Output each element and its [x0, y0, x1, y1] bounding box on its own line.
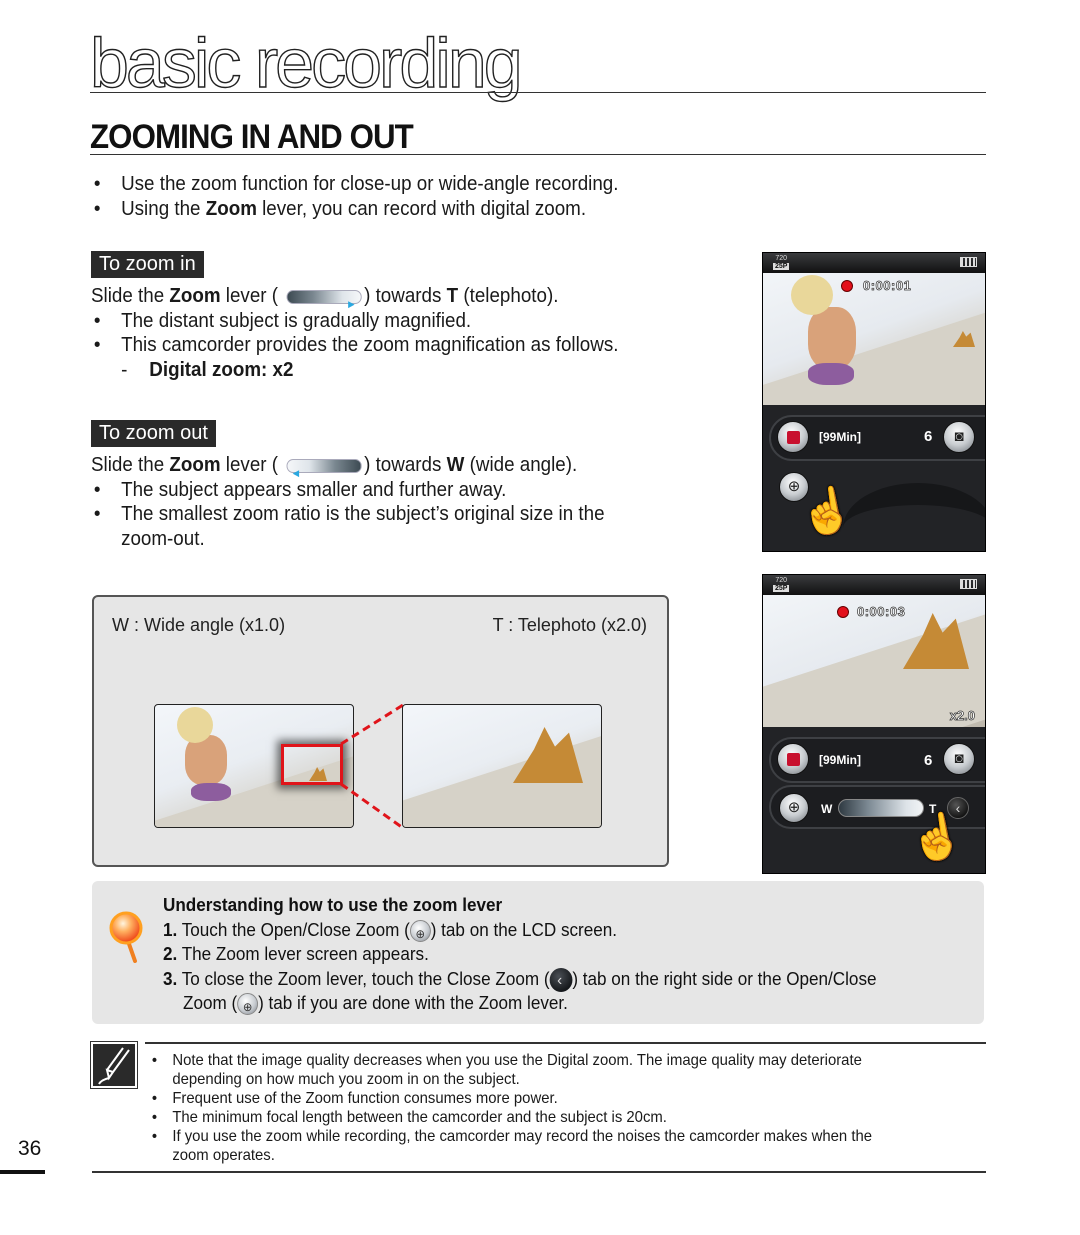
battery-icon [960, 579, 977, 589]
note-divider-bottom [92, 1171, 986, 1173]
telephoto-label: T : Telephoto (x2.0) [492, 615, 647, 635]
zoom-comparison-illustration: W : Wide angle (x1.0) T : Telephoto (x2.… [92, 595, 669, 867]
bullet-item: Use the zoom function for close-up or wi… [91, 172, 619, 197]
chapter-title: basic recording [89, 24, 523, 102]
note-pencil-icon [90, 1041, 138, 1089]
intro-bullets: Use the zoom function for close-up or wi… [91, 172, 619, 221]
tip-step: 1. Touch the Open/Close Zoom () tab on t… [163, 918, 617, 947]
tip-title: Understanding how to use the zoom lever [163, 895, 503, 915]
magnifier-tip-icon [109, 911, 143, 963]
note-item: Note that the image quality decreases wh… [150, 1051, 872, 1070]
open-close-zoom-icon [409, 920, 431, 947]
page-number-rule [0, 1170, 45, 1174]
tip-step-continuation: Zoom () tab if you are done with the Zoo… [183, 991, 568, 1020]
camera-viewfinder: 0:00:01 [763, 273, 985, 405]
control-panel: [99Min] 6 ◙ ⊕ ☝ [763, 405, 985, 551]
camera-icon: ◙ [954, 750, 964, 767]
digital-zoom-item: - Digital zoom: x2 [121, 358, 294, 381]
wide-angle-photo [154, 704, 354, 828]
note-divider-top [145, 1042, 986, 1044]
zoom-out-section: Slide the Zoom lever ( ◀) towards W (wid… [91, 453, 605, 551]
bullet-item: The distant subject is gradually magnifi… [91, 309, 618, 334]
section-title: ZOOMING IN AND OUT [90, 118, 414, 156]
control-panel: [99Min] 6 ◙ ⊕ W T ‹ ☝ [763, 727, 985, 873]
note-item: The minimum focal length between the cam… [150, 1108, 872, 1127]
connector-line-bottom [340, 782, 404, 830]
battery-icon [960, 257, 977, 267]
close-zoom-icon [549, 968, 573, 994]
status-bar: 720 25P [763, 575, 985, 595]
status-bar: 720 25P [763, 253, 985, 273]
bullet-item: The smallest zoom ratio is the subject’s… [91, 502, 605, 527]
resolution-indicator: 720 25P [773, 255, 790, 270]
zoom-connector-lines [340, 704, 404, 830]
telephoto-photo [402, 704, 602, 828]
connector-line-top [340, 704, 404, 746]
zoom-ratio-indicator: x2.0 [949, 708, 975, 724]
tip-step: 2. The Zoom lever screen appears. [163, 944, 429, 964]
note-item: Frequent use of the Zoom function consum… [150, 1089, 872, 1108]
tip-box: Understanding how to use the zoom lever … [92, 881, 984, 1024]
record-button[interactable] [777, 743, 809, 775]
zoom-lever-wide-icon: ◀ [286, 458, 362, 478]
resolution-indicator: 720 25P [773, 577, 790, 592]
zoom-in-label: To zoom in [91, 251, 204, 278]
page-number: 36 [18, 1137, 42, 1160]
zoom-icon: ⊕ [787, 799, 801, 816]
bullet-item: This camcorder provides the zoom magnifi… [91, 333, 619, 358]
open-close-zoom-button[interactable]: ⊕ [779, 793, 809, 823]
section-divider [90, 154, 986, 155]
touch-hand-icon: ☝ [905, 808, 968, 867]
child-figure [808, 307, 856, 369]
shell [513, 727, 583, 783]
photo-count: 6 [924, 428, 933, 445]
photo-capture-button[interactable]: ◙ [943, 743, 975, 775]
lever-wide-label: W [821, 802, 833, 816]
open-close-zoom-icon [237, 993, 259, 1020]
record-button[interactable] [777, 421, 809, 453]
camera-icon: ◙ [954, 428, 964, 445]
wide-angle-label: W : Wide angle (x1.0) [112, 615, 286, 635]
camcorder-screen-wide: 720 25P 0:00:01 [99Min] 6 ◙ ⊕ ☝ [762, 252, 986, 552]
zoom-out-instruction: Slide the Zoom lever ( ◀) towards W (wid… [91, 454, 578, 478]
tip-step: 3. To close the Zoom lever, touch the Cl… [163, 967, 877, 994]
bullet-continuation: zoom-out. [121, 527, 205, 550]
notes-list: Note that the image quality decreases wh… [150, 1051, 872, 1165]
zoom-in-section: Slide the Zoom lever ( ▶) towards T (tel… [91, 284, 618, 382]
remaining-time: [99Min] [819, 753, 861, 767]
bullet-item: The subject appears smaller and further … [91, 478, 605, 503]
photo-capture-button[interactable]: ◙ [943, 421, 975, 453]
zoom-in-instruction: Slide the Zoom lever ( ▶) towards T (tel… [91, 285, 559, 309]
chapter-divider [90, 92, 986, 93]
note-item-continuation: depending on how much you zoom in on the… [172, 1071, 520, 1088]
zoom-out-label: To zoom out [91, 420, 216, 447]
bullet-item: Using the Zoom lever, you can record wit… [91, 197, 619, 222]
camcorder-screen-tele: 720 25P 0:00:03 x2.0 [99Min] 6 ◙ ⊕ W T ‹ … [762, 574, 986, 874]
remaining-time: [99Min] [819, 430, 861, 444]
recording-timecode: 0:00:01 [863, 278, 912, 294]
zoom-area-highlight [281, 744, 343, 785]
camera-viewfinder: 0:00:03 x2.0 [763, 595, 985, 727]
touch-hand-icon: ☝ [795, 482, 858, 541]
recording-indicator-icon [837, 606, 849, 618]
note-item: If you use the zoom while recording, the… [150, 1127, 872, 1146]
recording-timecode: 0:00:03 [857, 604, 906, 620]
note-item-continuation: zoom operates. [172, 1147, 275, 1164]
zoom-lever-tele-icon: ▶ [286, 289, 362, 309]
recording-indicator-icon [841, 280, 853, 292]
photo-count: 6 [924, 752, 933, 769]
